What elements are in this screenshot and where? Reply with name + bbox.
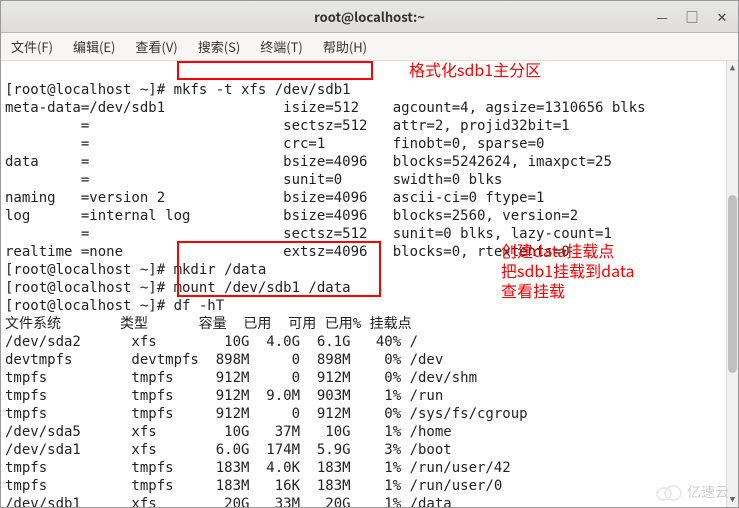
terminal-line: data = bsize=4096 blocks=5242624, imaxpc… [5,154,612,170]
menu-terminal[interactable]: 终端(T) [256,35,307,58]
highlight-box-mkfs [177,61,373,80]
window-controls: — □ ✕ [654,9,730,25]
menu-search[interactable]: 搜索(S) [194,35,245,58]
terminal-line: [root@localhost ~]# mount /dev/sdb1 /dat… [5,280,351,296]
menu-file[interactable]: 文件(F) [7,35,57,58]
scroll-thumb[interactable] [728,195,737,373]
terminal-line: naming =version 2 bsize=4096 ascii-ci=0 … [5,190,544,206]
maximize-button[interactable]: □ [684,9,700,25]
annotation-mount: 把sdb1挂载到data [501,261,635,279]
close-button[interactable]: ✕ [714,9,730,25]
terminal-line: devtmpfs devtmpfs 898M 0 898M 0% /dev [5,352,443,368]
terminal-line: [root@localhost ~]# mkfs -t xfs /dev/sdb… [5,82,351,98]
menubar: 文件(F) 编辑(E) 查看(V) 搜索(S) 终端(T) 帮助(H) [1,33,738,61]
terminal-line: log =internal log bsize=4096 blocks=2560… [5,208,578,224]
menu-help[interactable]: 帮助(H) [319,35,371,58]
terminal-line: /dev/sdb1 xfs 20G 33M 20G 1% /data [5,496,452,507]
terminal-line: tmpfs tmpfs 912M 0 912M 0% /sys/fs/cgrou… [5,406,528,422]
terminal-line: realtime =none extsz=4096 blocks=0, rtex… [5,244,570,260]
terminal-line: /dev/sda1 xfs 6.0G 174M 5.9G 3% /boot [5,442,452,458]
terminal-content[interactable]: [root@localhost ~]# mkfs -t xfs /dev/sdb… [1,61,738,507]
terminal-line: tmpfs tmpfs 912M 0 912M 0% /dev/shm [5,370,477,386]
terminal-line: /dev/sda2 xfs 10G 4.0G 6.1G 40% / [5,334,418,350]
menu-edit[interactable]: 编辑(E) [69,35,119,58]
terminal-line: = sunit=0 swidth=0 blks [5,172,502,188]
terminal-line: = sectsz=512 attr=2, projid32bit=1 [5,118,570,134]
annotation-format: 格式化sdb1主分区 [409,61,541,78]
terminal-line: = crc=1 finobt=0, sparse=0 [5,136,544,152]
terminal-line: = sectsz=512 sunit=0 blks, lazy-count=1 [5,226,612,242]
terminal-line: tmpfs tmpfs 912M 9.0M 903M 1% /run [5,388,443,404]
scroll-down-icon[interactable]: ▼ [727,493,738,507]
terminal-line: [root@localhost ~]# df -hT [5,298,224,314]
terminal-line: [root@localhost ~]# mkdir /data [5,262,266,278]
scroll-up-icon[interactable]: ▲ [727,61,738,75]
terminal-line: tmpfs tmpfs 183M 4.0K 183M 1% /run/user/… [5,460,511,476]
menu-view[interactable]: 查看(V) [131,35,181,58]
terminal-line: 文件系统 类型 容量 已用 可用 已用% 挂载点 [5,316,412,332]
terminal-window: root@localhost:~ — □ ✕ 文件(F) 编辑(E) 查看(V)… [0,0,739,508]
scrollbar[interactable]: ▲ ▼ [726,61,738,507]
annotation-df: 查看挂载 [501,281,565,299]
terminal-line: tmpfs tmpfs 183M 16K 183M 1% /run/user/0 [5,478,502,494]
minimize-button[interactable]: — [654,9,670,25]
window-title: root@localhost:~ [314,7,425,26]
titlebar: root@localhost:~ — □ ✕ [1,1,738,33]
terminal-line: meta-data=/dev/sdb1 isize=512 agcount=4,… [5,100,646,116]
terminal-line: /dev/sda5 xfs 10G 37M 10G 1% /home [5,424,452,440]
